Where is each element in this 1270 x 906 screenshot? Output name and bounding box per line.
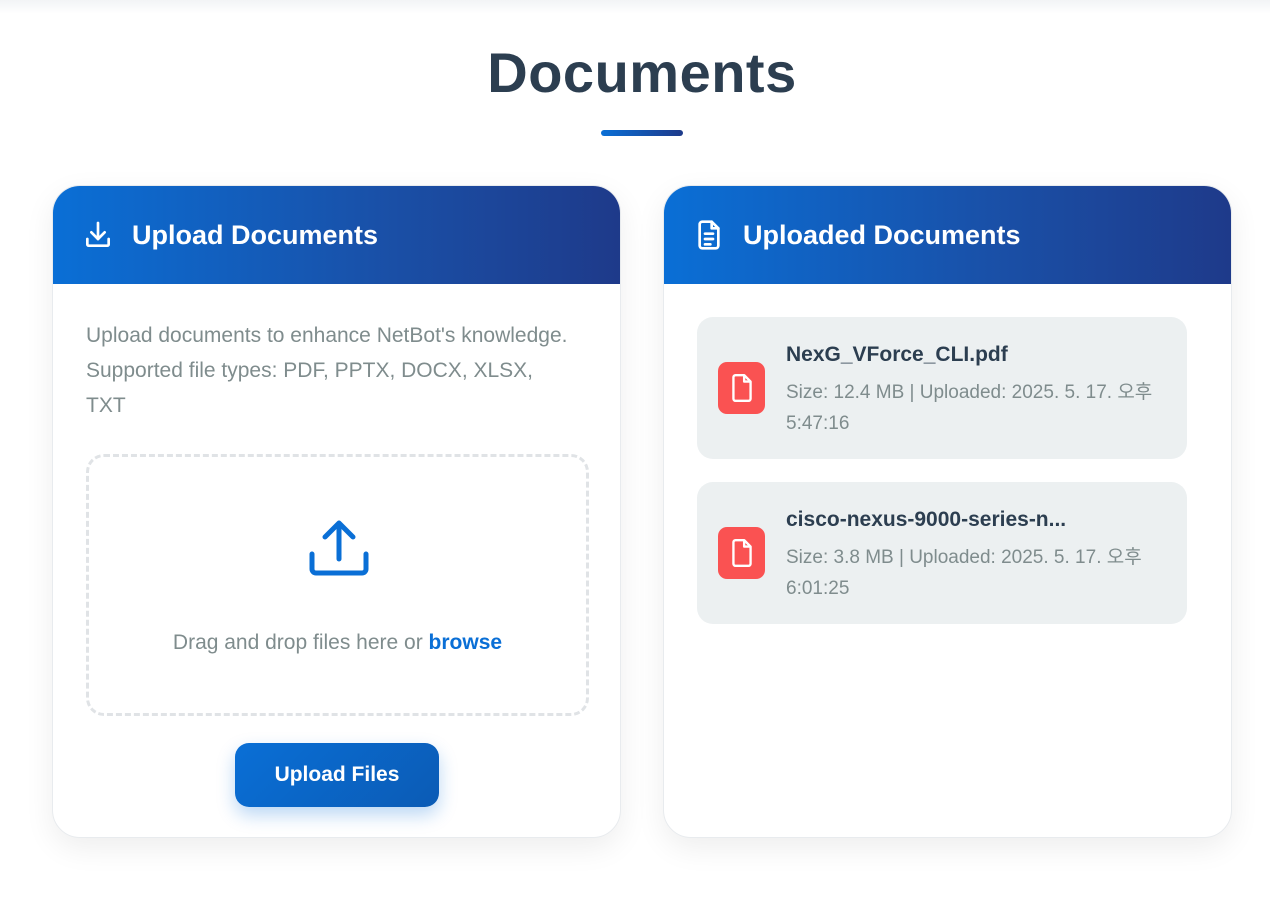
page-title: Documents — [487, 41, 797, 104]
document-meta: Size: 3.8 MB | Uploaded: 2025. 5. 17. 오후… — [786, 547, 1142, 599]
upload-description: Upload documents to enhance NetBot's kno… — [86, 324, 568, 417]
download-icon — [81, 218, 115, 252]
document-item[interactable]: NexG_VForce_CLI.pdf Size: 12.4 MB | Uplo… — [697, 317, 1187, 459]
documents-card-header: Uploaded Documents — [664, 186, 1231, 284]
upload-icon — [307, 516, 371, 580]
document-meta: Size: 12.4 MB | Uploaded: 2025. 5. 17. 오… — [786, 382, 1153, 434]
document-name: NexG_VForce_CLI.pdf — [786, 343, 1008, 366]
drop-text: Drag and drop files here or browse — [89, 631, 586, 655]
upload-card-title: Upload Documents — [132, 219, 379, 250]
file-icon — [718, 362, 765, 414]
documents-card-title: Uploaded Documents — [743, 219, 1021, 250]
uploaded-documents-card: Uploaded Documents NexG_VForce_CLI.pdf S… — [663, 185, 1232, 838]
file-icon — [718, 527, 765, 579]
upload-card-header: Upload Documents — [53, 186, 620, 284]
drop-zone[interactable]: Drag and drop files here or browse — [86, 454, 589, 716]
top-shadow — [0, 0, 1270, 14]
browse-link[interactable]: browse — [429, 631, 503, 654]
title-underline — [601, 130, 683, 136]
drop-instruction: Drag and drop files here or — [172, 631, 429, 654]
document-item[interactable]: cisco-nexus-9000-series-n... Size: 3.8 M… — [697, 482, 1187, 624]
document-icon — [692, 218, 726, 252]
document-name: cisco-nexus-9000-series-n... — [786, 508, 1067, 531]
upload-card: Upload Documents Upload documents to enh… — [52, 185, 621, 838]
upload-files-button[interactable]: Upload Files — [235, 743, 439, 807]
